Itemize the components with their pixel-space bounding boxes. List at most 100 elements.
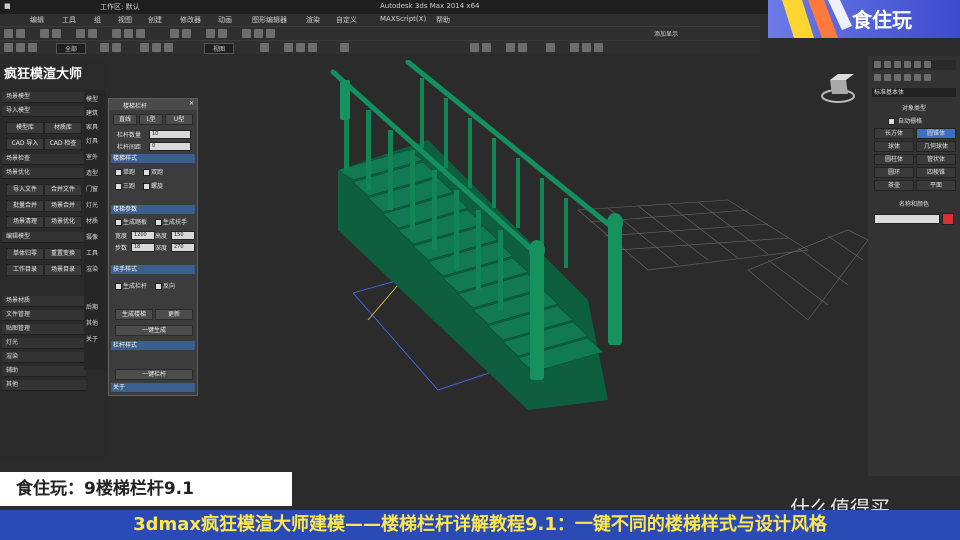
category-label[interactable]: 灯具 (86, 136, 98, 145)
menu-item[interactable]: 修改器 (180, 15, 201, 25)
selection-filter-dropdown[interactable]: 全部 (56, 43, 87, 54)
section-header[interactable]: 扶手样式 (111, 265, 195, 274)
render-production-icon[interactable] (594, 43, 603, 52)
reference-coord-dropdown[interactable]: 视图 (204, 43, 235, 54)
named-selection-icon[interactable] (340, 43, 349, 52)
object-color-swatch[interactable] (942, 213, 954, 225)
category-label[interactable]: 建筑 (86, 108, 98, 117)
panel-header[interactable]: 楼梯栏杆 ✕ (109, 99, 197, 110)
style-radio[interactable] (115, 169, 122, 176)
geometry-icon[interactable] (874, 74, 881, 81)
category-label[interactable]: 室外 (86, 152, 98, 161)
primitive-button[interactable]: 长方体 (874, 128, 914, 139)
plugin-button[interactable]: 重置变换 (44, 248, 82, 260)
undo-icon[interactable] (4, 29, 13, 38)
section-header[interactable]: 场景优化 (2, 168, 86, 179)
category-label[interactable]: 后期 (86, 302, 98, 311)
menu-item[interactable]: 创建 (148, 15, 162, 25)
depth-input[interactable]: 270 (171, 243, 195, 252)
category-label[interactable]: 门窗 (86, 184, 98, 193)
menu-item[interactable]: 渲染 (306, 15, 320, 25)
snap-icon[interactable] (170, 29, 179, 38)
section-header[interactable]: 场景模型 (2, 92, 86, 103)
primitive-button[interactable]: 圆柱体 (874, 154, 914, 165)
curve-editor-icon[interactable] (506, 43, 515, 52)
category-label[interactable]: 摄像 (86, 232, 98, 241)
redo-icon[interactable] (16, 29, 25, 38)
plugin-button[interactable]: 场景清理 (6, 216, 44, 228)
section-header[interactable]: 场景材质 (2, 296, 86, 307)
view-cube-icon[interactable] (821, 74, 855, 103)
scale-icon[interactable] (136, 29, 145, 38)
rect-select-icon[interactable] (112, 43, 121, 52)
section-header[interactable]: 关于 (111, 383, 195, 392)
primitive-button[interactable]: 管状体 (916, 154, 956, 165)
category-label[interactable]: 关于 (86, 334, 98, 343)
rendered-frame-icon[interactable] (582, 43, 591, 52)
layer-manager-icon[interactable] (470, 43, 479, 52)
section-header[interactable]: 其他 (2, 380, 86, 391)
tab-button[interactable]: 直线 (113, 114, 137, 125)
select-icon[interactable] (76, 29, 85, 38)
material-editor-icon[interactable] (242, 29, 251, 38)
primitive-button[interactable]: 球体 (874, 141, 914, 152)
angle-snap-icon[interactable] (182, 29, 191, 38)
section-header[interactable]: 楼梯参数 (111, 205, 195, 214)
section-header[interactable]: 渲染 (2, 352, 86, 363)
utilities-tab-icon[interactable] (924, 61, 931, 68)
unlink-icon[interactable] (52, 29, 61, 38)
section-header[interactable]: 贴图管理 (2, 324, 86, 335)
baluster-count-input[interactable]: 10 (149, 130, 191, 139)
mirror-icon[interactable] (206, 29, 215, 38)
align-icon[interactable] (218, 29, 227, 38)
object-type-header[interactable]: 对象类型 (872, 104, 956, 113)
move-tool-icon[interactable] (140, 43, 149, 52)
render-setup-2-icon[interactable] (570, 43, 579, 52)
generate-stair-button[interactable]: 生成楼梯 (115, 309, 153, 320)
move-icon[interactable] (112, 29, 121, 38)
plugin-button[interactable]: 场景优化 (44, 216, 82, 228)
checkbox[interactable] (155, 283, 162, 290)
section-header[interactable]: 栏杆样式 (111, 341, 195, 350)
scale-tool-icon[interactable] (164, 43, 173, 52)
category-label[interactable]: 渲染 (86, 264, 98, 273)
plugin-button[interactable]: 导入文件 (6, 184, 44, 196)
plugin-button[interactable]: CAD 导入 (6, 138, 44, 150)
section-header[interactable]: 灯光 (2, 338, 86, 349)
primitive-button[interactable]: 茶壶 (874, 180, 914, 191)
shapes-icon[interactable] (884, 74, 891, 81)
app-logo-icon[interactable]: ■ (4, 2, 11, 10)
style-radio[interactable] (143, 169, 150, 176)
menu-item[interactable]: 组 (94, 15, 101, 25)
lights-icon[interactable] (894, 74, 901, 81)
select-by-name-icon[interactable] (88, 29, 97, 38)
height-input[interactable]: 150 (171, 231, 195, 240)
plugin-button[interactable]: 场景目录 (44, 264, 82, 276)
menu-item[interactable]: MAXScript(X) (380, 15, 426, 23)
spinner-snap-icon[interactable] (308, 43, 317, 52)
select-object-icon[interactable] (100, 43, 109, 52)
category-label[interactable]: 工具 (86, 248, 98, 257)
section-header[interactable]: 场景检查 (2, 154, 86, 165)
primitive-button[interactable]: 平面 (916, 180, 956, 191)
chain-icon[interactable] (4, 43, 13, 52)
plugin-button[interactable]: 合并文件 (44, 184, 82, 196)
primitive-button[interactable]: 四棱锥 (916, 167, 956, 178)
style-radio[interactable] (143, 183, 150, 190)
percent-snap-icon[interactable] (296, 43, 305, 52)
plugin-button[interactable]: 模型库 (6, 122, 44, 134)
category-label[interactable]: 家具 (86, 122, 98, 131)
render-icon[interactable] (266, 29, 275, 38)
section-header[interactable]: 文件管理 (2, 310, 86, 321)
pivot-icon[interactable] (260, 43, 269, 52)
plugin-button[interactable]: 工作目录 (6, 264, 44, 276)
spacewarps-icon[interactable] (924, 74, 931, 81)
rotate-tool-icon[interactable] (152, 43, 161, 52)
primitive-button[interactable]: 圆锥体 (916, 128, 956, 139)
baluster-spacing-input[interactable]: 0 (149, 142, 191, 151)
link-icon[interactable] (40, 29, 49, 38)
category-label[interactable]: 模型 (86, 94, 98, 103)
menu-item[interactable]: 动画 (218, 15, 232, 25)
steps-input[interactable]: 18 (131, 243, 155, 252)
cameras-icon[interactable] (904, 74, 911, 81)
